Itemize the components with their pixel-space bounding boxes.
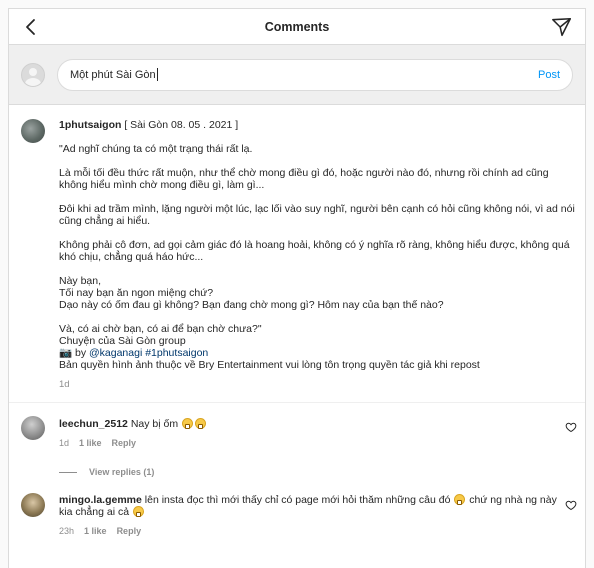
- comment-input-value: Một phút Sài Gòn: [70, 68, 156, 81]
- comment-text-line: mingo.la.gemme lên insta đọc thì mới thấ…: [59, 493, 557, 506]
- comment-text-line: kia chẳng ai cả: [59, 506, 557, 518]
- comment-item: leechun_2512 Nay bị ốm 1d 1 like Reply: [9, 416, 585, 448]
- comment-timestamp: 23h: [59, 526, 75, 536]
- text-caret: [156, 68, 158, 81]
- comment-text: kia chẳng ai cả: [59, 506, 130, 518]
- send-direct-icon[interactable]: [551, 16, 573, 38]
- comment-composer: Một phút Sài Gòn Post: [9, 45, 585, 105]
- comment-body: mingo.la.gemme lên insta đọc thì mới thấ…: [59, 493, 581, 536]
- sick-face-emoji-icon: [195, 418, 206, 429]
- comment-timestamp: 1d: [59, 438, 70, 448]
- caption-credit-line: 📷 by @kaganagi #1phutsaigon: [59, 347, 575, 359]
- caption-line: Bản quyền hình ảnh thuộc về Bry Entertai…: [59, 359, 480, 371]
- comment-meta: 23h 1 like Reply: [59, 526, 557, 536]
- comment-item: mingo.la.gemme lên insta đọc thì mới thấ…: [9, 493, 585, 536]
- comment-username[interactable]: leechun_2512: [59, 418, 128, 430]
- heart-icon[interactable]: [565, 421, 577, 433]
- caption-text: [ Sài Gòn 08. 05 . 2021 ]: [121, 119, 239, 131]
- caption-blank: [59, 227, 575, 239]
- comment-likes[interactable]: 1 like: [84, 526, 107, 536]
- header: Comments: [9, 9, 585, 45]
- caption-line: cũng chẳng ai hiểu.: [59, 215, 151, 227]
- caption-body: 1phutsaigon [ Sài Gòn 08. 05 . 2021 ] "A…: [59, 119, 575, 390]
- comment-input-box[interactable]: Một phút Sài Gòn Post: [57, 58, 573, 91]
- current-user-avatar: [21, 62, 45, 87]
- comment-username[interactable]: mingo.la.gemme: [59, 494, 142, 506]
- view-replies-button[interactable]: View replies (1): [59, 467, 585, 477]
- caption-blank: [59, 191, 575, 203]
- comment-text: chứ ng nhà ng này: [469, 494, 557, 506]
- comment-body: leechun_2512 Nay bị ốm 1d 1 like Reply: [59, 416, 573, 448]
- credit-prefix: 📷 by: [59, 347, 89, 359]
- grinning-emoji-icon: [454, 494, 466, 505]
- caption-blank: [59, 311, 575, 323]
- sick-face-emoji-icon: [182, 418, 193, 429]
- post-username[interactable]: 1phutsaigon: [59, 119, 121, 131]
- reply-button[interactable]: Reply: [112, 438, 137, 448]
- avatar[interactable]: [21, 119, 45, 143]
- post-timestamp: 1d: [59, 379, 70, 390]
- caption-line: Này bạn,: [59, 275, 102, 287]
- caption-line: Đôi khi ad trầm mình, lặng người một lúc…: [59, 203, 575, 215]
- comment-text: lên insta đọc thì mới thấy chỉ có page m…: [144, 494, 451, 506]
- reply-button[interactable]: Reply: [117, 526, 142, 536]
- caption-line: không hiểu mình chờ mong điều gì, làm gì…: [59, 179, 265, 191]
- heart-icon[interactable]: [565, 499, 577, 511]
- caption-line: Chuyện của Sài Gòn group: [59, 335, 186, 347]
- page-title: Comments: [264, 19, 330, 34]
- caption-line: Và, có ai chờ bạn, có ai để bạn chờ chưa…: [59, 323, 262, 335]
- replies-divider: [59, 471, 77, 473]
- caption-blank: [59, 155, 575, 167]
- caption-line: Dạo này có ốm đau gì không? Bạn đang chờ…: [59, 299, 444, 311]
- post-caption: 1phutsaigon [ Sài Gòn 08. 05 . 2021 ] "A…: [9, 105, 585, 390]
- comment-input[interactable]: Một phút Sài Gòn: [70, 68, 530, 81]
- grinning-emoji-icon: [132, 506, 144, 517]
- mention-link[interactable]: @kaganagi: [89, 347, 142, 359]
- caption-line: Là mỗi tối đều thức rất muộn, như thể ch…: [59, 167, 549, 179]
- caption-blank: [59, 131, 575, 143]
- comment-likes[interactable]: 1 like: [79, 438, 102, 448]
- caption-line: Không phải cô đơn, ad gọi cảm giác đó là…: [59, 239, 570, 251]
- caption-line: khó chịu, chẳng quá háo hức...: [59, 251, 204, 263]
- avatar[interactable]: [21, 416, 45, 440]
- comments-window: Comments Một phút Sài Gòn Post 1phutsaig…: [8, 8, 586, 568]
- comment-text-line: leechun_2512 Nay bị ốm: [59, 416, 549, 430]
- divider: [9, 402, 585, 403]
- hashtag-link[interactable]: #1phutsaigon: [145, 347, 208, 359]
- back-arrow-icon[interactable]: [21, 17, 41, 37]
- avatar[interactable]: [21, 493, 45, 517]
- comment-meta: 1d 1 like Reply: [59, 438, 549, 448]
- caption-line: 1phutsaigon [ Sài Gòn 08. 05 . 2021 ]: [59, 119, 575, 131]
- post-button[interactable]: Post: [538, 69, 560, 81]
- caption-line: Tối nay bạn ăn ngon miệng chứ?: [59, 287, 214, 299]
- caption-line: "Ad nghĩ chúng ta có một trạng thái rất …: [59, 143, 253, 155]
- comment-text: Nay bị ốm: [130, 418, 179, 430]
- caption-blank: [59, 263, 575, 275]
- view-replies-label: View replies (1): [89, 467, 155, 477]
